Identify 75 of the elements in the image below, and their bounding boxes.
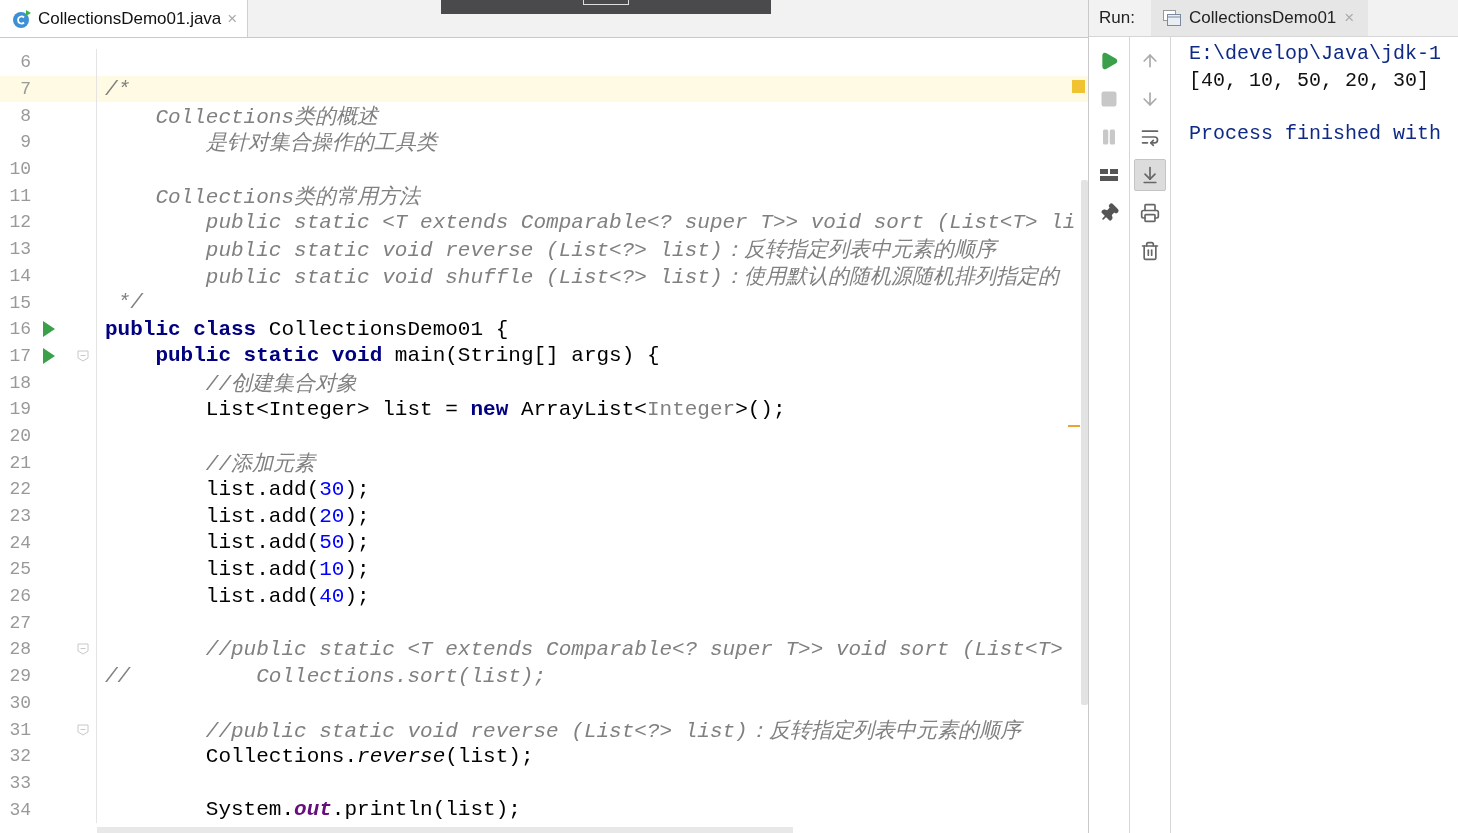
line-number: 17: [8, 345, 31, 366]
line-number: 18: [8, 372, 31, 393]
console-icon: [1162, 10, 1181, 26]
code-line: //创建集合对象: [204, 371, 358, 397]
line-number: 6: [19, 52, 31, 73]
console-line: Process finished with: [1189, 121, 1442, 148]
run-tab-label: CollectionsDemo01: [1188, 8, 1337, 28]
line-number: 32: [8, 746, 31, 767]
fold-icon[interactable]: [77, 349, 89, 362]
fold-icon[interactable]: [77, 723, 89, 736]
line-number: 27: [8, 612, 31, 633]
code-line: */: [116, 291, 143, 315]
run-gutter-icon[interactable]: [43, 347, 55, 364]
scroll-to-end-icon[interactable]: [1140, 165, 1160, 185]
file-tab-label: CollectionsDemo01.java: [38, 8, 222, 29]
line-number: 7: [19, 79, 31, 100]
line-number: 29: [8, 666, 31, 687]
run-label: Run:: [1098, 8, 1136, 28]
code-line: List<Integer> list = new ArrayList<Integer>();: [204, 397, 786, 421]
code-line: list.add(50);: [204, 531, 370, 555]
code-line: /*: [104, 77, 131, 101]
line-number: 28: [8, 639, 31, 660]
line-number: 30: [8, 692, 31, 713]
line-number: 21: [8, 452, 31, 473]
line-number: 15: [8, 292, 31, 313]
layout-icon[interactable]: [1099, 167, 1119, 183]
code-line: Collections.reverse(list);: [204, 744, 534, 768]
code-line: System.out.println(list);: [204, 798, 521, 822]
line-number: 8: [19, 105, 31, 126]
code-line: Collections类的常用方法: [154, 184, 421, 210]
code-line: public static <T extends Comparable<? super T>> void sort (List<T> li: [204, 210, 1076, 234]
line-number: 16: [8, 319, 31, 340]
soft-wrap-icon[interactable]: [1140, 127, 1160, 147]
file-tab[interactable]: CollectionsDemo01.java ×: [0, 0, 249, 37]
line-number: 19: [8, 399, 31, 420]
run-tab[interactable]: CollectionsDemo01 ×: [1150, 0, 1369, 36]
warning-marker[interactable]: [1072, 80, 1085, 93]
code-line: public class CollectionsDemo01 {: [104, 317, 509, 341]
java-class-icon: [12, 8, 32, 29]
line-number: 20: [8, 425, 31, 446]
line-number: 12: [8, 212, 31, 233]
console-line: E:\develop\Java\jdk-1: [1189, 41, 1442, 67]
code-line: list.add(40);: [204, 584, 370, 608]
line-number: 11: [8, 185, 31, 206]
line-number: 13: [8, 239, 31, 260]
vertical-scrollbar[interactable]: [1081, 180, 1088, 705]
line-number: 31: [8, 719, 31, 740]
console-line: [40, 10, 50, 20, 30]: [1189, 67, 1431, 94]
line-number: 10: [8, 159, 31, 180]
code-line: // Collections.sort(list);: [104, 664, 547, 688]
line-number: 9: [19, 132, 31, 153]
change-marker[interactable]: [1068, 425, 1080, 427]
run-gutter-icon[interactable]: [43, 321, 55, 338]
run-icon[interactable]: [1099, 51, 1119, 71]
code-line: public static void main(String[] args) {: [154, 344, 660, 368]
code-line: //添加元素: [204, 451, 316, 477]
line-number: 33: [8, 772, 31, 793]
line-number: 25: [8, 559, 31, 580]
line-number: 24: [8, 532, 31, 553]
code-line: Collections类的概述: [154, 104, 379, 130]
code-line: list.add(30);: [204, 477, 370, 501]
fold-icon[interactable]: [77, 643, 89, 656]
code-line: 是针对集合操作的工具类: [204, 130, 437, 157]
print-icon[interactable]: [1140, 203, 1160, 223]
toggle-button[interactable]: [1134, 159, 1166, 191]
line-number: 22: [8, 479, 31, 500]
code-line: //public static <T extends Comparable<? super T>> void sort (List<T>: [204, 637, 1063, 661]
line-number: 14: [8, 265, 31, 286]
code-line: public static void shuffle (List<?> list)：使用默认的随机源随机排列指定的: [204, 264, 1059, 290]
line-number: 26: [8, 586, 31, 607]
line-number: 23: [8, 506, 31, 527]
code-line: list.add(10);: [204, 557, 370, 581]
line-number: 34: [8, 799, 31, 820]
trash-icon[interactable]: [1140, 241, 1160, 261]
code-line: list.add(20);: [204, 504, 370, 528]
